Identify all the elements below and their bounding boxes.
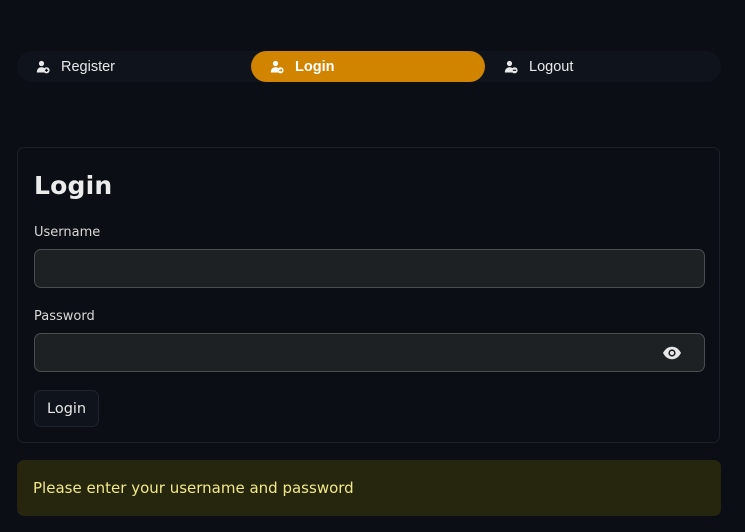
nav-item-logout[interactable]: Logout: [485, 51, 719, 82]
person-add-icon: [35, 59, 51, 75]
nav-item-register[interactable]: Register: [17, 51, 251, 82]
login-button[interactable]: Login: [34, 390, 100, 427]
nav-item-label: Register: [61, 58, 115, 75]
password-label: Password: [34, 309, 95, 324]
username-input[interactable]: [35, 250, 704, 287]
password-input[interactable]: [35, 334, 704, 371]
eye-icon[interactable]: [662, 345, 682, 361]
username-field[interactable]: [34, 249, 705, 288]
person-remove-icon: [503, 59, 519, 75]
nav-item-label: Login: [295, 58, 335, 75]
password-field[interactable]: [34, 333, 705, 372]
form-title: Login: [34, 171, 113, 200]
nav-item-login[interactable]: Login: [251, 51, 485, 82]
top-navigation-bar: Register Login Logout: [17, 51, 721, 82]
warning-alert: Please enter your username and password: [17, 460, 721, 516]
nav-item-label: Logout: [529, 58, 574, 75]
login-form: Login Username Password Login: [17, 147, 720, 443]
alert-message: Please enter your username and password: [33, 479, 354, 497]
person-login-icon: [269, 59, 285, 75]
username-label: Username: [34, 225, 101, 240]
